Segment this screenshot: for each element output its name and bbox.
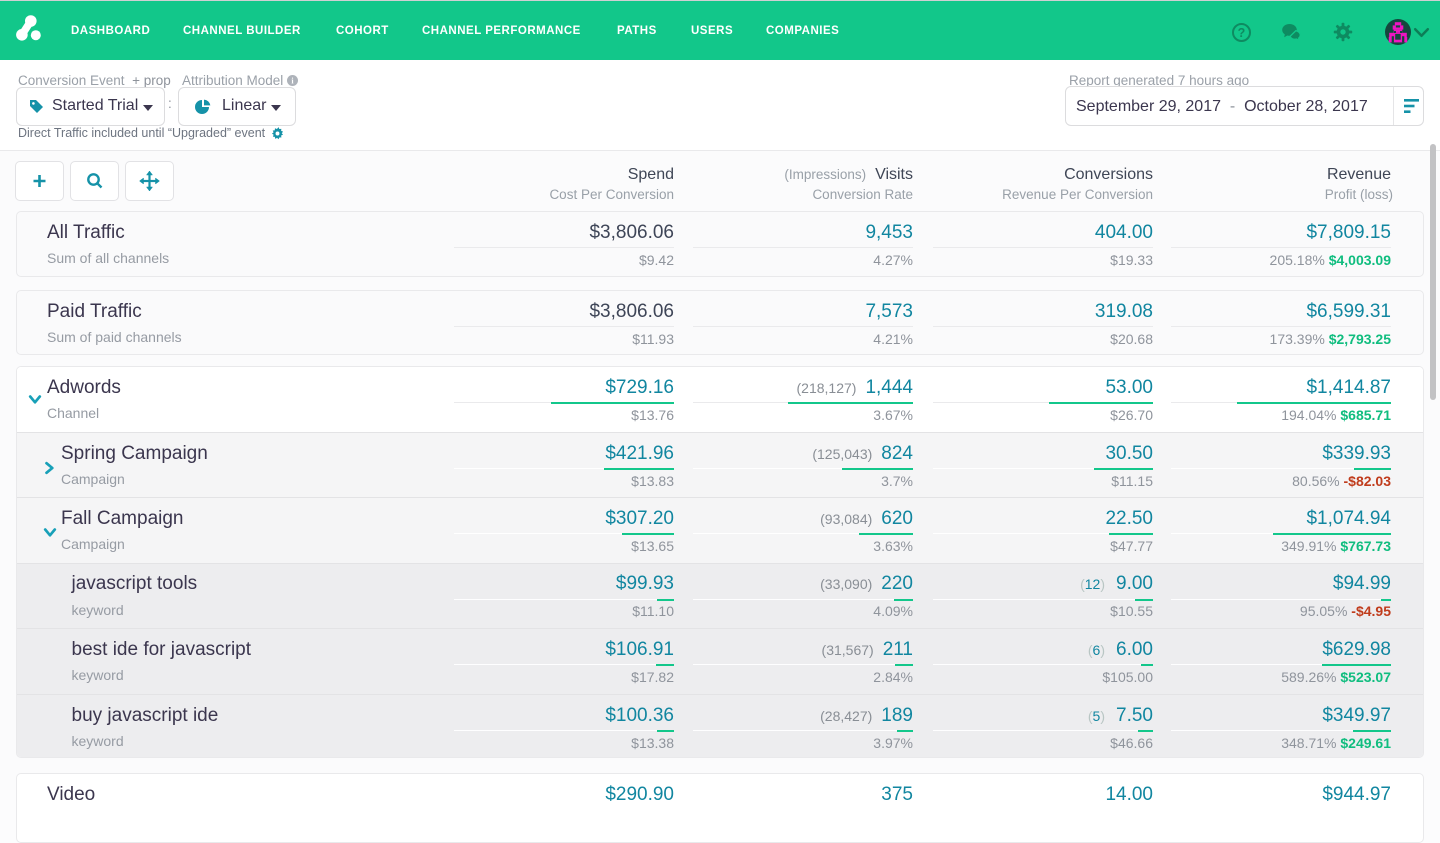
svg-text:?: ? <box>1238 26 1246 40</box>
